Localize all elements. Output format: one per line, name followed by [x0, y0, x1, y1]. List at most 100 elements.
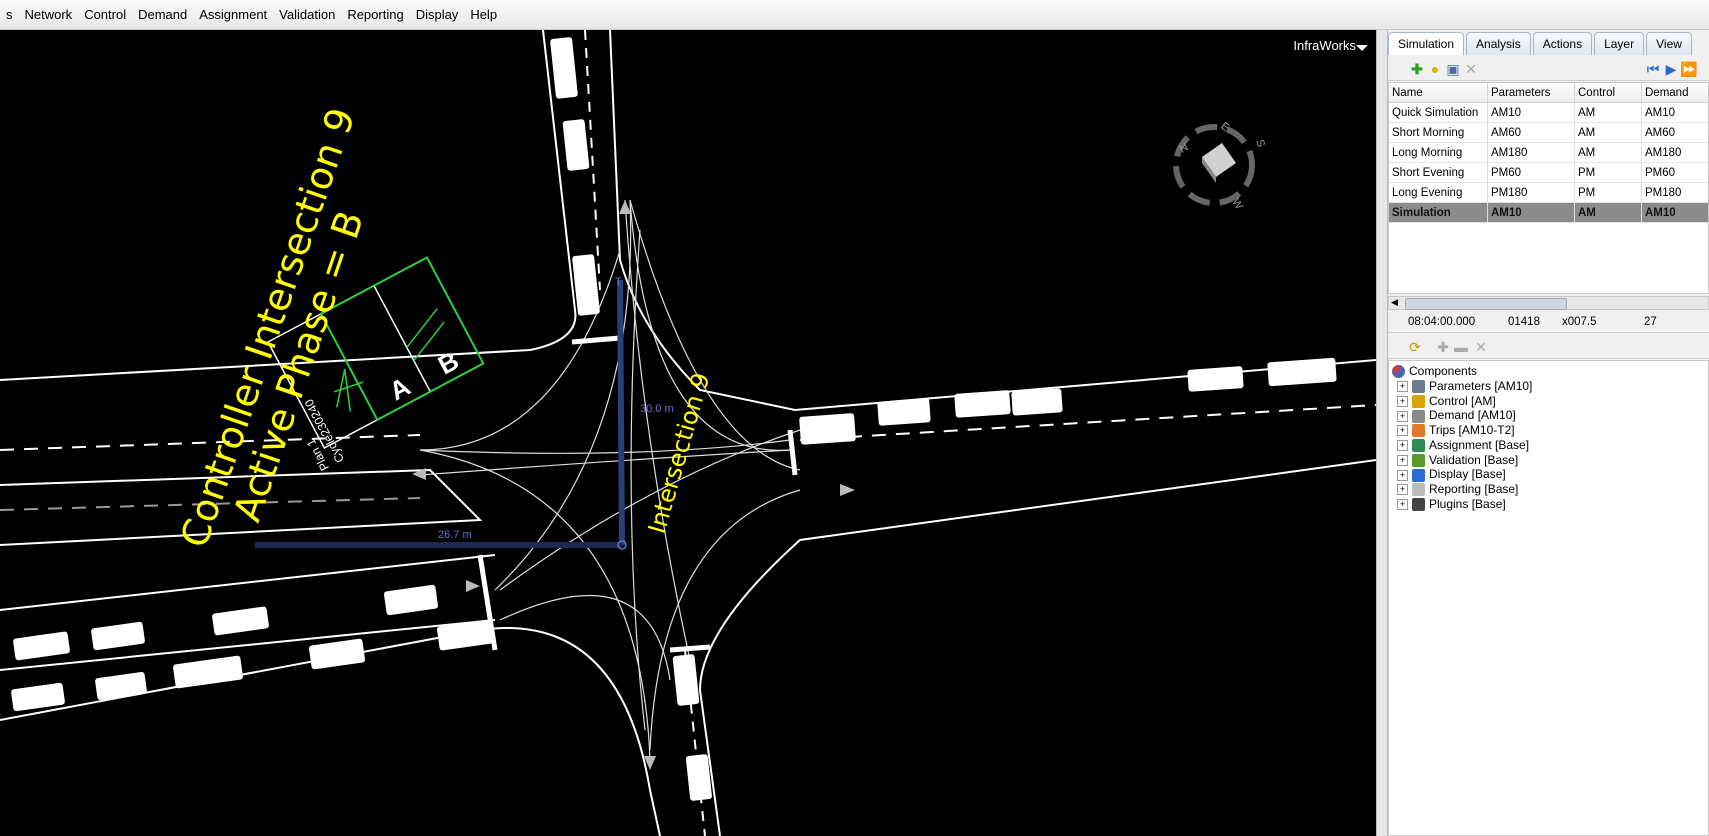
column-header-demand[interactable]: Demand	[1641, 83, 1708, 103]
status-speed: x007.5	[1562, 316, 1597, 328]
lightbulb-icon[interactable]: ●	[1426, 60, 1444, 78]
table-cell: AM60	[1487, 122, 1575, 143]
properties-icon[interactable]: ▣	[1444, 60, 1462, 78]
menu-item-network[interactable]: Network	[19, 7, 79, 22]
horizontal-scrollbar[interactable]: ◀	[1388, 296, 1709, 310]
delete-icon[interactable]: ✕	[1462, 60, 1480, 78]
table-row[interactable]: Simulation AM10 AM AM10	[1389, 202, 1708, 223]
network-viewport[interactable]: T 30.0 m 26.7 m A B Plan 1 Cycle230240 C…	[0, 30, 1376, 836]
table-cell: PM	[1574, 182, 1642, 203]
expand-icon[interactable]: +	[1397, 410, 1408, 422]
table-row[interactable]: Long Morning AM180 AM AM180	[1389, 142, 1708, 163]
expand-icon[interactable]: +	[1397, 469, 1408, 481]
column-header-control[interactable]: Control	[1574, 83, 1642, 103]
tree-item[interactable]: + Control [AM]	[1397, 394, 1496, 409]
table-cell: Short Evening	[1389, 162, 1488, 183]
edit-component-icon[interactable]: ▬	[1452, 338, 1470, 356]
column-header-parameters[interactable]: Parameters	[1487, 83, 1575, 103]
rewind-icon[interactable]: ⏮	[1644, 60, 1662, 78]
panel-tabs: Simulation Analysis Actions Layer View	[1388, 32, 1692, 55]
compass-s: S	[1253, 138, 1267, 149]
table-cell: Long Morning	[1389, 142, 1488, 163]
table-row[interactable]: Long Evening PM180 PM PM180	[1389, 182, 1708, 203]
tab-actions[interactable]: Actions	[1532, 32, 1593, 55]
table-cell: AM180	[1641, 142, 1708, 163]
tree-item[interactable]: + Reporting [Base]	[1397, 482, 1518, 497]
right-panel: Simulation Analysis Actions Layer View ✚ ● ▣…	[1388, 30, 1709, 836]
menu-item-assignment[interactable]: Assignment	[193, 7, 273, 22]
dim-vertical-label: 30.0 m	[640, 403, 674, 415]
simulations-table[interactable]: Name Parameters Control Demand Quick Simula…	[1388, 82, 1709, 294]
demand-icon	[1412, 409, 1425, 423]
table-row[interactable]: Short Evening PM60 PM PM60	[1389, 162, 1708, 183]
panel-splitter[interactable]	[1376, 30, 1388, 836]
column-header-name[interactable]: Name	[1389, 83, 1488, 103]
expand-icon[interactable]: +	[1397, 381, 1408, 393]
dim-horizontal-label: 26.7 m	[438, 529, 472, 541]
expand-icon[interactable]: +	[1397, 440, 1408, 452]
table-cell: Simulation	[1389, 202, 1488, 223]
tree-item-label: Parameters [AM10]	[1429, 379, 1533, 393]
scroll-left-icon[interactable]: ◀	[1391, 297, 1398, 308]
menu-item-control[interactable]: Control	[78, 7, 132, 22]
expand-icon[interactable]: +	[1397, 454, 1408, 466]
parameters-icon	[1412, 380, 1425, 394]
scrollbar-thumb[interactable]	[1405, 298, 1567, 310]
add-component-icon[interactable]: ✚	[1434, 338, 1452, 356]
table-cell: AM10	[1487, 102, 1575, 123]
table-cell: AM10	[1641, 202, 1708, 223]
menu-item-display[interactable]: Display	[410, 7, 465, 22]
tree-item-label: Assignment [Base]	[1429, 437, 1530, 452]
simulation-toolbar: ✚ ● ▣ ✕ ⏮ ▶ ⏩	[1388, 58, 1709, 81]
components-tree[interactable]: Components + Parameters [AM10] + Control [A…	[1388, 360, 1709, 836]
table-cell: AM60	[1641, 122, 1708, 143]
trips-icon	[1412, 424, 1425, 438]
tree-item[interactable]: + Demand [AM10]	[1397, 408, 1516, 423]
tree-item-label: Reporting [Base]	[1429, 481, 1519, 496]
chevron-down-icon[interactable]	[1356, 45, 1368, 51]
add-icon[interactable]: ✚	[1408, 60, 1426, 78]
tab-layer[interactable]: Layer	[1594, 32, 1645, 55]
menu-item-validation[interactable]: Validation	[273, 7, 341, 22]
table-body: Quick Simulation AM10 AM AM10 Short Morning A…	[1389, 102, 1708, 223]
turning-paths	[419, 199, 801, 761]
tree-item[interactable]: + Display [Base]	[1397, 467, 1506, 482]
table-cell: AM10	[1487, 202, 1575, 223]
infraworks-brand[interactable]: InfraWorks	[1293, 38, 1356, 53]
validation-icon	[1412, 453, 1425, 467]
expand-icon[interactable]: +	[1397, 425, 1408, 437]
display-icon	[1412, 468, 1425, 482]
table-row[interactable]: Short Morning AM60 AM AM60	[1389, 122, 1708, 143]
remove-component-icon[interactable]: ✕	[1472, 338, 1490, 356]
tree-root[interactable]: Components	[1392, 364, 1477, 379]
table-cell: AM180	[1487, 142, 1575, 163]
table-cell: Short Morning	[1389, 122, 1488, 143]
expand-icon[interactable]: +	[1397, 484, 1408, 496]
table-cell: Long Evening	[1389, 182, 1488, 203]
tab-analysis[interactable]: Analysis	[1466, 32, 1531, 55]
table-cell: AM	[1574, 102, 1642, 123]
fast-forward-icon[interactable]: ⏩	[1680, 60, 1698, 78]
table-cell: PM180	[1487, 182, 1575, 203]
table-cell: Quick Simulation	[1389, 102, 1488, 123]
intersection-label: Intersection 9	[643, 370, 716, 537]
tab-simulation[interactable]: Simulation	[1388, 32, 1465, 55]
road-network-canvas[interactable]: T 30.0 m 26.7 m A B Plan 1 Cycle230240 C…	[0, 30, 1376, 836]
menu-item-reporting[interactable]: Reporting	[341, 7, 409, 22]
tree-item[interactable]: + Assignment [Base]	[1397, 438, 1529, 453]
table-row[interactable]: Quick Simulation AM10 AM AM10	[1389, 102, 1708, 123]
tree-item-label: Demand [AM10]	[1429, 408, 1516, 423]
tree-item[interactable]: + Plugins [Base]	[1397, 497, 1506, 512]
play-icon[interactable]: ▶	[1662, 60, 1680, 78]
expand-icon[interactable]: +	[1397, 498, 1408, 510]
refresh-icon[interactable]: ⟳	[1406, 338, 1424, 356]
menu-item-help[interactable]: Help	[464, 7, 503, 22]
menu-item-demand[interactable]: Demand	[132, 7, 193, 22]
tree-item[interactable]: + Trips [AM10-T2]	[1397, 423, 1515, 438]
tab-view[interactable]: View	[1646, 32, 1692, 55]
tree-item[interactable]: + Validation [Base]	[1397, 453, 1518, 468]
menu-item-s[interactable]: s	[0, 7, 19, 22]
tree-item-label: Validation [Base]	[1429, 452, 1519, 467]
expand-icon[interactable]: +	[1397, 396, 1408, 408]
tree-item[interactable]: + Parameters [AM10]	[1397, 379, 1532, 394]
